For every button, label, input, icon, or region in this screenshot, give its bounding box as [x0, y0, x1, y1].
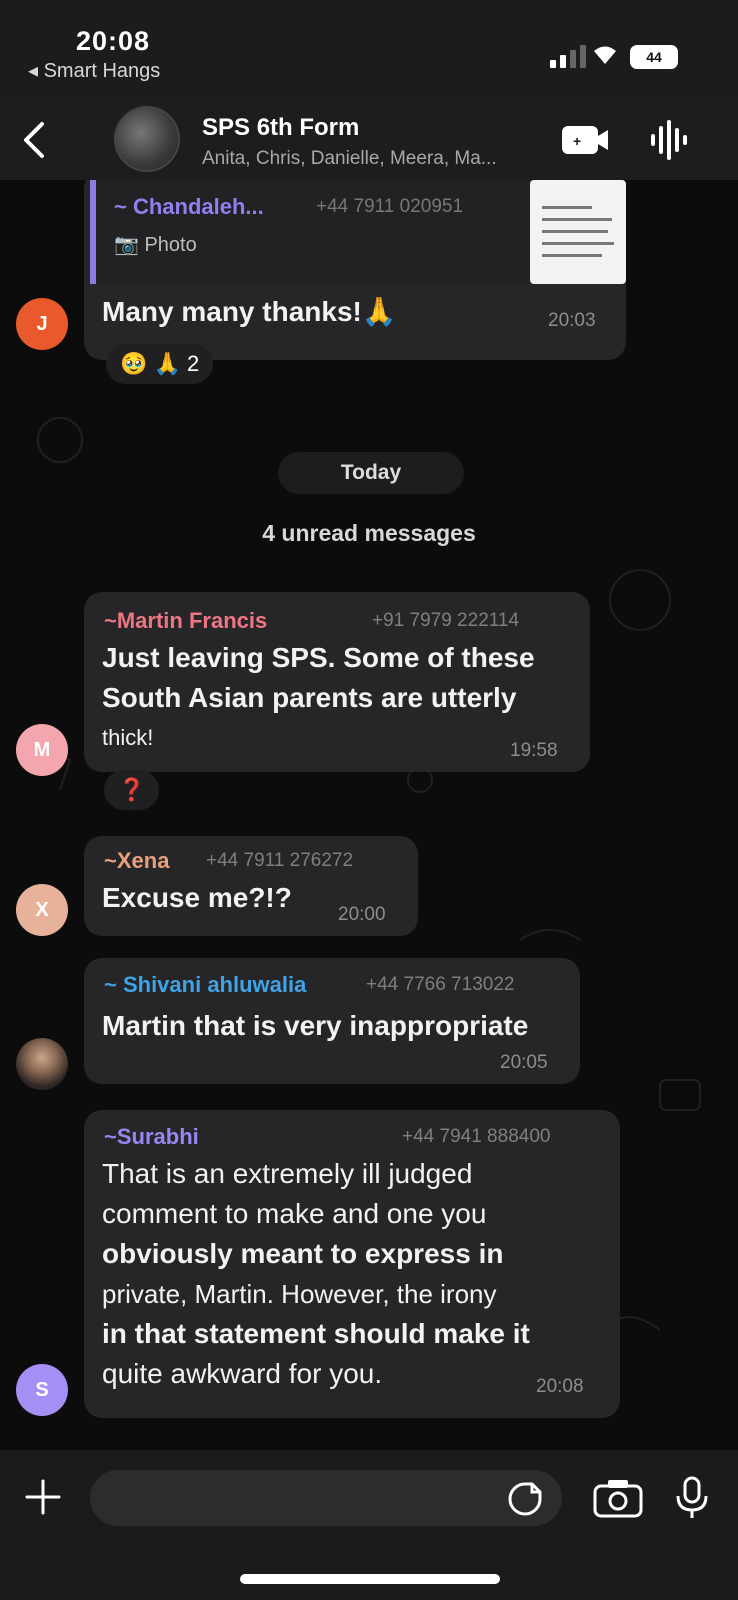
message-time: 20:03	[548, 310, 596, 331]
sender-number: +44 7911 276272	[206, 850, 354, 871]
sender-number: +91 7979 222114	[372, 610, 520, 631]
home-indicator[interactable]	[240, 1574, 500, 1584]
message-text: Excuse me?!?	[102, 882, 292, 913]
reactions[interactable]: 🥹 🙏 2	[106, 344, 214, 384]
sender-name[interactable]: ~ Shivani ahluwalia	[104, 972, 306, 998]
message-text-line: Just leaving SPS. Some of these	[102, 642, 535, 673]
reply-sender-name: ~ Chandaleh...	[114, 194, 264, 219]
group-members[interactable]: Anita, Chris, Danielle, Meera, Ma...	[202, 148, 542, 170]
message-text: Martin that is very inappropriate	[102, 1010, 529, 1041]
message-text-line: private, Martin. However, the irony	[102, 1279, 497, 1309]
camera-icon: 📷	[114, 234, 145, 256]
message-text: Many many thanks!🙏	[102, 296, 397, 327]
svg-text:+: +	[573, 133, 581, 149]
avatar[interactable]: X	[16, 884, 68, 936]
chat-header: SPS 6th Form Anita, Chris, Danielle, Mee…	[0, 100, 738, 180]
unread-divider: 4 unread messages	[262, 520, 476, 546]
video-call-button[interactable]: +	[560, 118, 610, 162]
status-bar: 20:08 ◂ Smart Hangs 44	[0, 0, 738, 100]
message-list[interactable]: ~ Chandaleh... +44 7911 020951 📷 Photo J…	[0, 180, 738, 1450]
sender-name[interactable]: ~Martin Francis	[104, 608, 267, 634]
message-text-line: thick!	[102, 725, 154, 750]
message-text-line: comment to make and one you	[102, 1198, 487, 1229]
avatar[interactable]: S	[16, 1364, 68, 1416]
reply-type-label: 📷 Photo	[114, 232, 197, 257]
sender-name[interactable]: ~Xena	[104, 848, 169, 874]
reply-photo-thumbnail	[530, 180, 626, 284]
message-text-line: in that statement should make it	[102, 1318, 530, 1349]
composer-bar	[0, 1450, 738, 1600]
microphone-button[interactable]	[672, 1476, 712, 1520]
sticker-icon[interactable]	[506, 1480, 544, 1518]
attach-button[interactable]	[24, 1478, 62, 1516]
date-separator: Today	[278, 452, 464, 494]
message-text-line: South Asian parents are utterly	[102, 682, 517, 713]
avatar-photo[interactable]	[16, 1038, 68, 1090]
message-text-line: quite awkward for you.	[102, 1358, 383, 1389]
message-time: 20:00	[338, 904, 386, 925]
message-time: 20:08	[536, 1376, 584, 1397]
group-title[interactable]: SPS 6th Form	[202, 114, 359, 142]
message-input[interactable]	[90, 1470, 562, 1526]
status-time: 20:08	[76, 26, 151, 56]
group-avatar[interactable]	[114, 106, 180, 172]
message-text-line: obviously meant to express in	[102, 1238, 504, 1269]
back-to-app-link[interactable]: ◂ Smart Hangs	[28, 58, 160, 83]
battery-icon: 44	[630, 45, 678, 69]
sender-name[interactable]: ~Surabhi	[104, 1124, 199, 1150]
signal-icon	[550, 45, 586, 68]
reply-type-text: Photo	[144, 234, 197, 256]
back-button[interactable]	[14, 118, 54, 162]
message-time: 19:58	[510, 740, 558, 761]
reply-preview[interactable]: ~ Chandaleh... +44 7911 020951 📷 Photo	[90, 180, 626, 284]
reply-sender-number: +44 7911 020951	[316, 196, 464, 217]
avatar[interactable]: J	[16, 298, 68, 350]
sender-number: +44 7766 713022	[366, 974, 515, 995]
camera-button[interactable]	[592, 1476, 644, 1520]
reactions[interactable]: ❓	[104, 770, 160, 810]
message-time: 20:05	[500, 1052, 548, 1073]
audio-call-button[interactable]	[648, 118, 688, 162]
sender-number: +44 7941 888400	[402, 1126, 551, 1147]
avatar[interactable]: M	[16, 724, 68, 776]
wifi-icon	[594, 46, 616, 64]
message-text-line: That is an extremely ill judged	[102, 1158, 473, 1189]
